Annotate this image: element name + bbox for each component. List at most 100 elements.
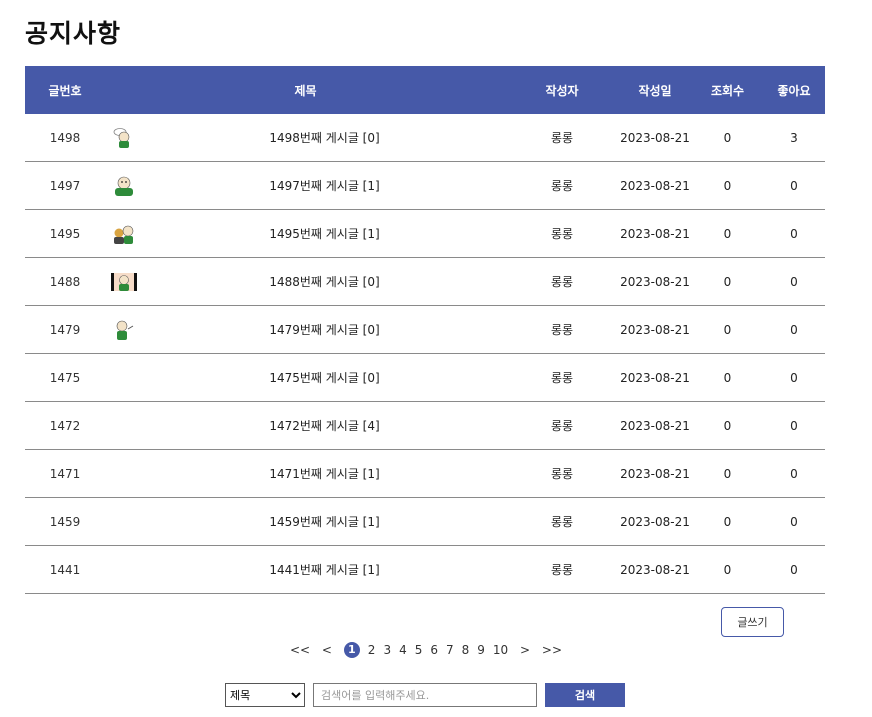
row-number: 1475	[25, 353, 105, 402]
header-author: 작성자	[506, 66, 618, 114]
row-number: 1441	[25, 545, 105, 594]
row-thumbnail	[105, 161, 143, 210]
row-views: 0	[692, 449, 763, 498]
row-views: 0	[692, 305, 763, 354]
header-num: 글번호	[25, 66, 105, 114]
page-link[interactable]: 6	[430, 643, 438, 657]
row-views: 0	[692, 401, 763, 450]
row-thumbnail	[105, 353, 143, 402]
row-number: 1459	[25, 497, 105, 546]
row-views: 0	[692, 209, 763, 258]
row-number: 1495	[25, 209, 105, 258]
page-link[interactable]: 4	[399, 643, 407, 657]
page-title: 공지사항	[25, 19, 122, 48]
page-link[interactable]: 5	[415, 643, 423, 657]
row-views: 0	[692, 161, 763, 210]
page-link[interactable]: 9	[477, 643, 485, 657]
row-author: 롱롱	[506, 353, 618, 402]
row-thumbnail	[105, 209, 143, 258]
row-likes: 0	[763, 305, 825, 354]
row-likes: 0	[763, 161, 825, 210]
row-author: 롱롱	[506, 114, 618, 162]
table-row[interactable]: 1479 1479번째 게시글 [0] 롱롱 2023-08-21 0 0	[25, 305, 825, 354]
row-date: 2023-08-21	[618, 161, 692, 210]
row-title-link[interactable]: 1498번째 게시글 [0]	[143, 114, 506, 162]
page-link[interactable]: 3	[383, 643, 391, 657]
table-row[interactable]: 1459 1459번째 게시글 [1] 롱롱 2023-08-21 0 0	[25, 497, 825, 546]
row-likes: 0	[763, 209, 825, 258]
row-date: 2023-08-21	[618, 353, 692, 402]
table-row[interactable]: 1498 1498번째 게시글 [0] 롱롱 2023-08-21 0 3	[25, 114, 825, 162]
table-row[interactable]: 1472 1472번째 게시글 [4] 롱롱 2023-08-21 0 0	[25, 401, 825, 450]
row-title-link[interactable]: 1479번째 게시글 [0]	[143, 305, 506, 354]
row-likes: 0	[763, 449, 825, 498]
page-link[interactable]: 1	[343, 642, 360, 658]
character-icon-4	[111, 271, 137, 293]
search-input[interactable]	[313, 683, 537, 707]
header-likes: 좋아요	[763, 66, 825, 114]
pagination: << < 1 2 3 4 5 6 7 8 9 10 > >>	[0, 642, 852, 658]
row-thumbnail	[105, 114, 143, 162]
search-button[interactable]: 검색	[545, 683, 625, 707]
table-row[interactable]: 1441 1441번째 게시글 [1] 롱롱 2023-08-21 0 0	[25, 545, 825, 594]
search-type-select[interactable]: 제목	[225, 683, 305, 707]
row-title-link[interactable]: 1459번째 게시글 [1]	[143, 497, 506, 546]
write-button[interactable]: 글쓰기	[721, 607, 784, 637]
row-number: 1479	[25, 305, 105, 354]
row-author: 롱롱	[506, 161, 618, 210]
row-thumbnail	[105, 305, 143, 354]
row-title-link[interactable]: 1488번째 게시글 [0]	[143, 257, 506, 306]
row-thumbnail	[105, 497, 143, 546]
table-row[interactable]: 1488 1488번째 게시글 [0] 롱롱 2023-08-21 0 0	[25, 257, 825, 306]
row-title-link[interactable]: 1441번째 게시글 [1]	[143, 545, 506, 594]
row-title-link[interactable]: 1472번째 게시글 [4]	[143, 401, 506, 450]
row-author: 롱롱	[506, 497, 618, 546]
page-link[interactable]: 10	[493, 643, 508, 657]
row-likes: 3	[763, 114, 825, 162]
row-title-link[interactable]: 1471번째 게시글 [1]	[143, 449, 506, 498]
table-row[interactable]: 1497 1497번째 게시글 [1] 롱롱 2023-08-21 0 0	[25, 161, 825, 210]
row-date: 2023-08-21	[618, 209, 692, 258]
table-row[interactable]: 1475 1475번째 게시글 [0] 롱롱 2023-08-21 0 0	[25, 353, 825, 402]
row-likes: 0	[763, 545, 825, 594]
prev-page-link[interactable]: <	[322, 643, 332, 657]
row-author: 롱롱	[506, 449, 618, 498]
row-likes: 0	[763, 401, 825, 450]
row-author: 롱롱	[506, 545, 618, 594]
row-views: 0	[692, 257, 763, 306]
row-title-link[interactable]: 1475번째 게시글 [0]	[143, 353, 506, 402]
page-link[interactable]: 7	[446, 643, 454, 657]
header-date: 작성일	[618, 66, 692, 114]
table-row[interactable]: 1471 1471번째 게시글 [1] 롱롱 2023-08-21 0 0	[25, 449, 825, 498]
row-thumbnail	[105, 545, 143, 594]
row-date: 2023-08-21	[618, 305, 692, 354]
row-thumbnail	[105, 257, 143, 306]
row-views: 0	[692, 545, 763, 594]
last-page-link[interactable]: >>	[542, 643, 562, 657]
row-title-link[interactable]: 1497번째 게시글 [1]	[143, 161, 506, 210]
row-date: 2023-08-21	[618, 497, 692, 546]
first-page-link[interactable]: <<	[290, 643, 310, 657]
row-views: 0	[692, 114, 763, 162]
row-title-link[interactable]: 1495번째 게시글 [1]	[143, 209, 506, 258]
row-author: 롱롱	[506, 305, 618, 354]
next-page-link[interactable]: >	[520, 643, 530, 657]
row-number: 1472	[25, 401, 105, 450]
row-date: 2023-08-21	[618, 257, 692, 306]
row-date: 2023-08-21	[618, 401, 692, 450]
character-icon-5	[111, 319, 137, 341]
row-views: 0	[692, 353, 763, 402]
table-header-row: 글번호 제목 작성자 작성일 조회수 좋아요	[25, 66, 825, 114]
character-icon-2	[111, 175, 137, 197]
row-likes: 0	[763, 497, 825, 546]
row-thumbnail	[105, 449, 143, 498]
row-number: 1471	[25, 449, 105, 498]
notice-table: 글번호 제목 작성자 작성일 조회수 좋아요 1498 1498번째 게시글 [0…	[25, 66, 825, 594]
character-icon-3	[111, 223, 137, 245]
row-date: 2023-08-21	[618, 545, 692, 594]
row-number: 1488	[25, 257, 105, 306]
page-link[interactable]: 2	[368, 643, 376, 657]
table-row[interactable]: 1495 1495번째 게시글 [1] 롱롱 2023-08-21 0 0	[25, 209, 825, 258]
page-link[interactable]: 8	[462, 643, 470, 657]
row-number: 1498	[25, 114, 105, 162]
